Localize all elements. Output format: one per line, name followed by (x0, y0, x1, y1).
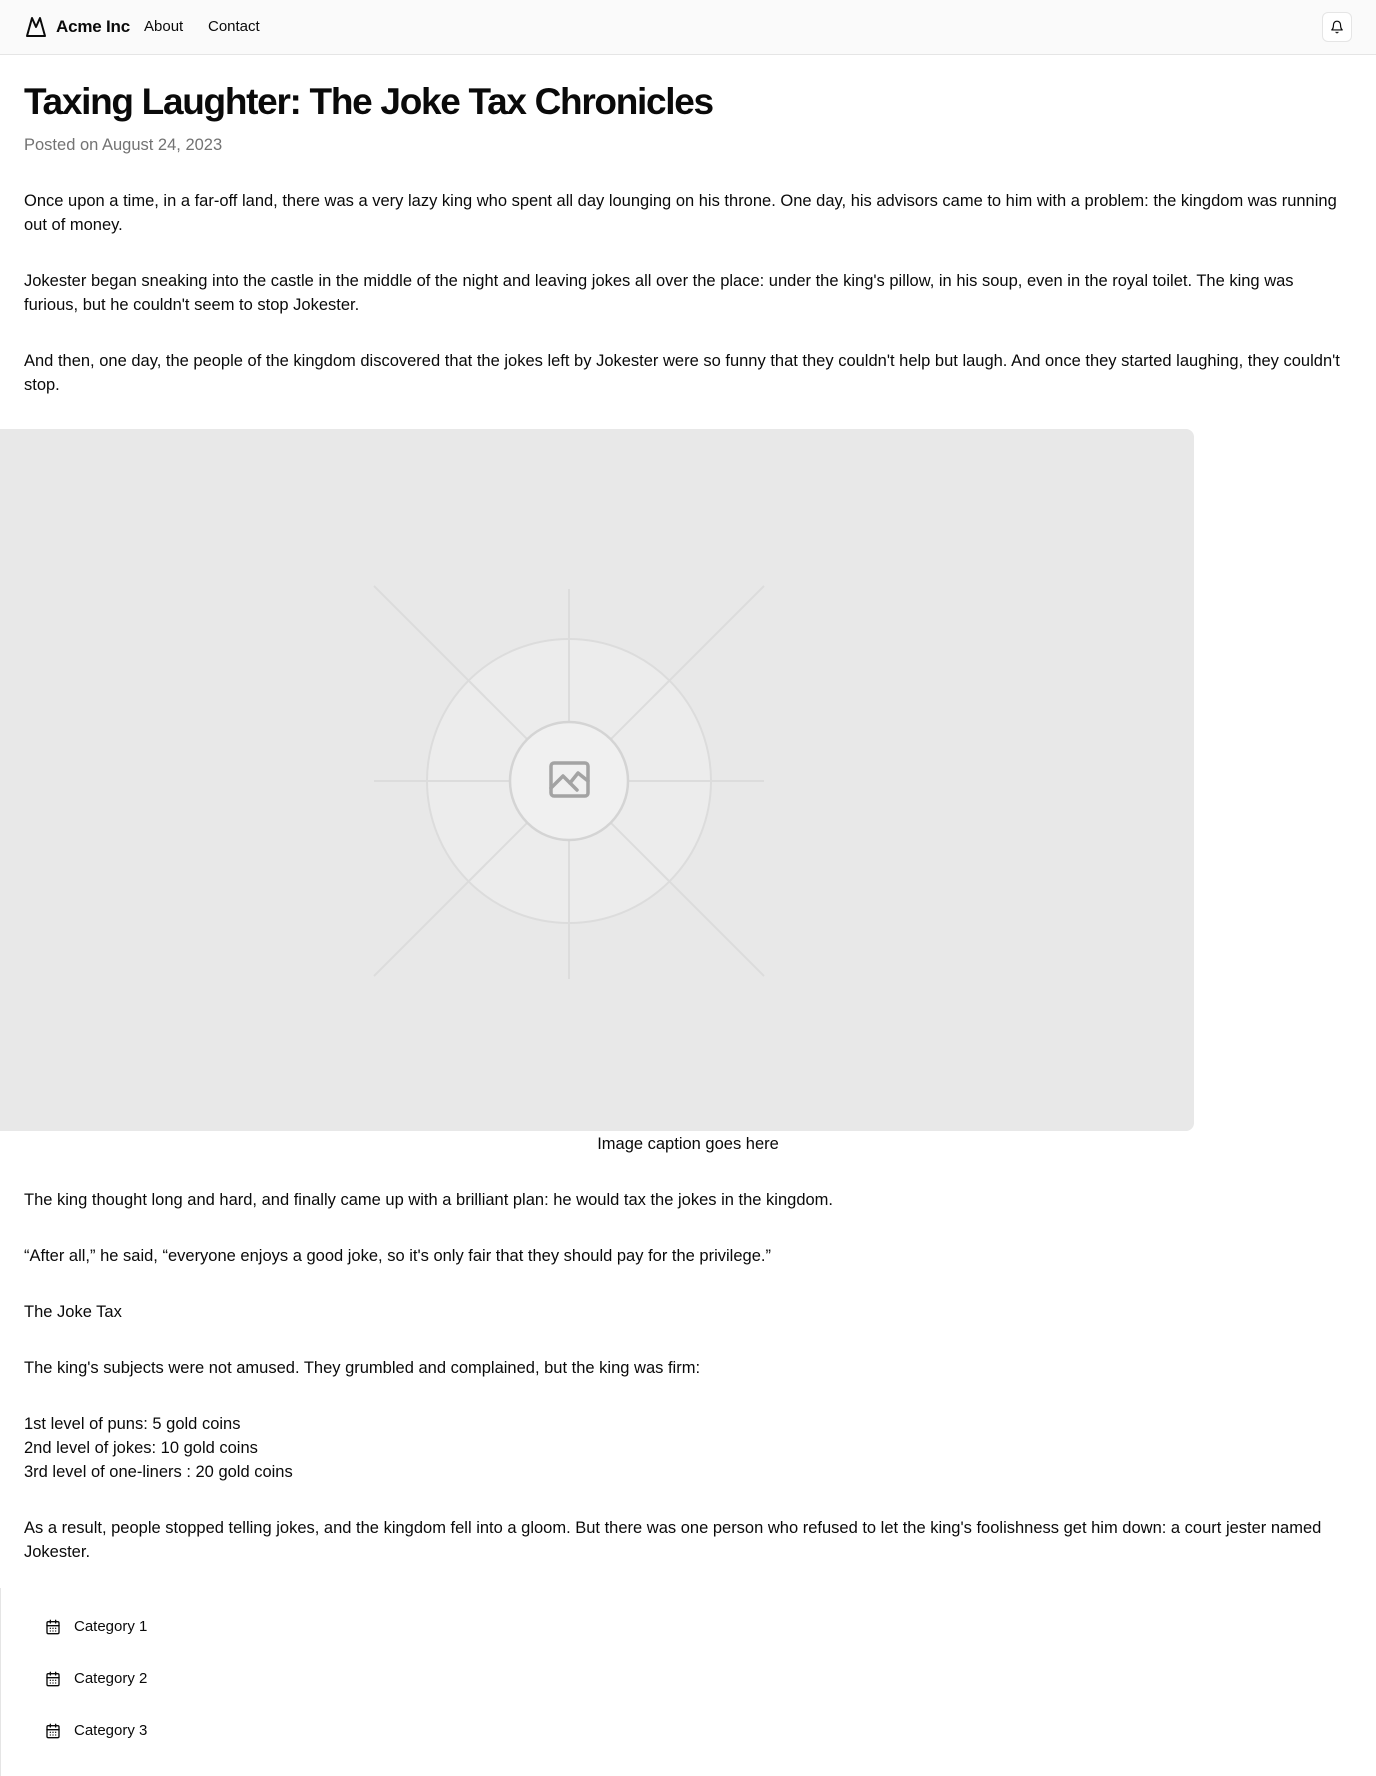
image-caption: Image caption goes here (597, 1135, 779, 1153)
site-header: Acme Inc About Contact (0, 0, 1376, 55)
notifications-button[interactable] (1322, 12, 1352, 42)
tax-levels-list: 1st level of puns: 5 gold coins 2nd leve… (24, 1412, 1346, 1484)
brand-name: Acme Inc (56, 17, 130, 36)
category-label: Category 3 (74, 1722, 148, 1739)
category-item-2[interactable]: Category 2 (45, 1670, 147, 1687)
bell-icon (1331, 20, 1343, 34)
article-title: Taxing Laughter: The Joke Tax Chronicles (24, 81, 714, 122)
category-list: Category 1 Category 2 Category 3 (0, 1588, 1376, 1776)
body-paragraph-3: The king's subjects were not amused. The… (24, 1359, 701, 1377)
tax-level-item: 2nd level of jokes: 10 gold coins (24, 1439, 258, 1457)
mountain-icon (26, 17, 46, 37)
category-item-1[interactable]: Category 1 (45, 1618, 147, 1635)
intro-paragraph-2: Jokester began sneaking into the castle … (24, 272, 1294, 314)
calendar-icon (46, 1619, 60, 1634)
body-paragraph-2: “After all,” he said, “everyone enjoys a… (24, 1247, 771, 1265)
intro-paragraph-3: And then, one day, the people of the kin… (24, 352, 1340, 394)
joke-tax-heading: The Joke Tax (24, 1303, 122, 1321)
calendar-icon (46, 1723, 60, 1738)
calendar-icon (46, 1671, 60, 1686)
post-date: Posted on August 24, 2023 (24, 136, 223, 154)
category-label: Category 1 (74, 1618, 148, 1635)
closing-paragraph: As a result, people stopped telling joke… (24, 1519, 1322, 1561)
brand-link[interactable]: Acme Inc (24, 15, 130, 39)
image-placeholder-graphic (373, 585, 765, 979)
tax-level-item: 1st level of puns: 5 gold coins (24, 1415, 241, 1433)
category-label: Category 2 (74, 1670, 148, 1687)
nav-contact-link[interactable]: Contact (208, 18, 260, 35)
intro-paragraph-1: Once upon a time, in a far-off land, the… (24, 192, 1337, 234)
tax-level-item: 3rd level of one-liners : 20 gold coins (24, 1463, 293, 1481)
nav-about-link[interactable]: About (144, 18, 183, 35)
category-item-3[interactable]: Category 3 (45, 1722, 147, 1739)
body-paragraph-1: The king thought long and hard, and fina… (24, 1191, 833, 1209)
article-image (0, 429, 1194, 1131)
